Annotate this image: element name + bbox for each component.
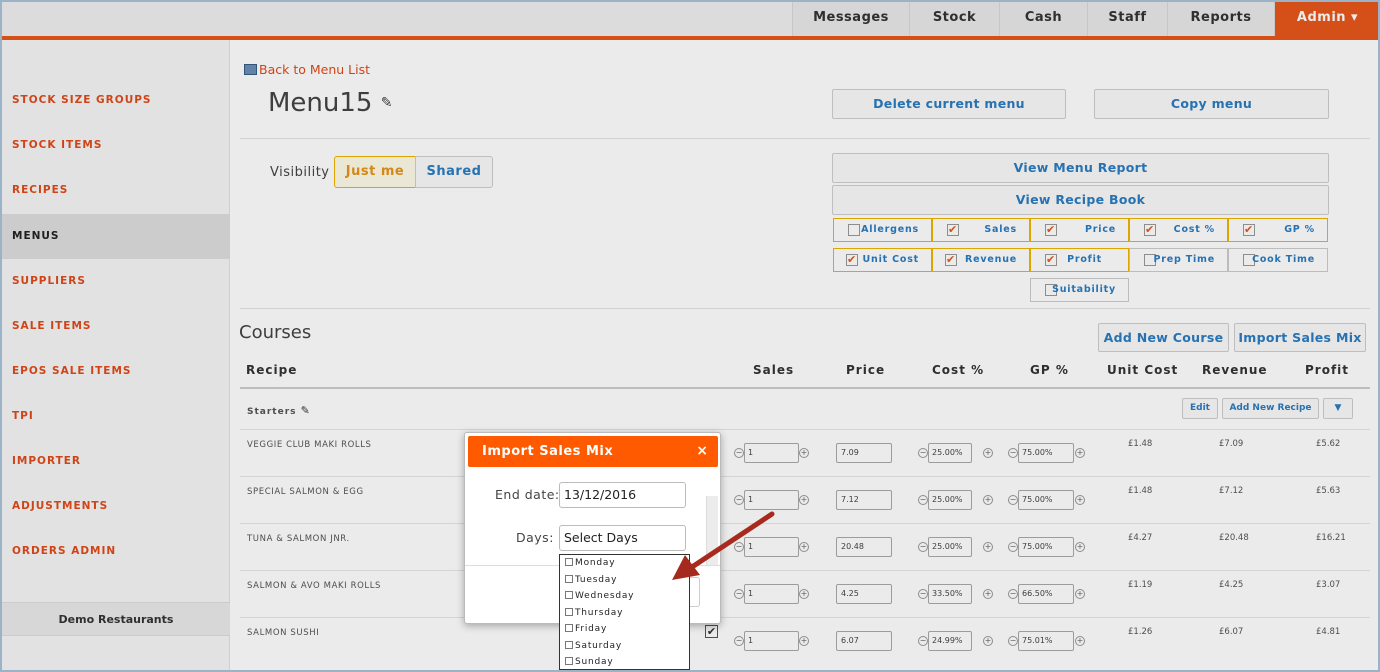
app-window: Messages Stock Cash Staff Reports Admin …	[0, 0, 1380, 672]
annotation-arrow-icon	[672, 511, 775, 580]
